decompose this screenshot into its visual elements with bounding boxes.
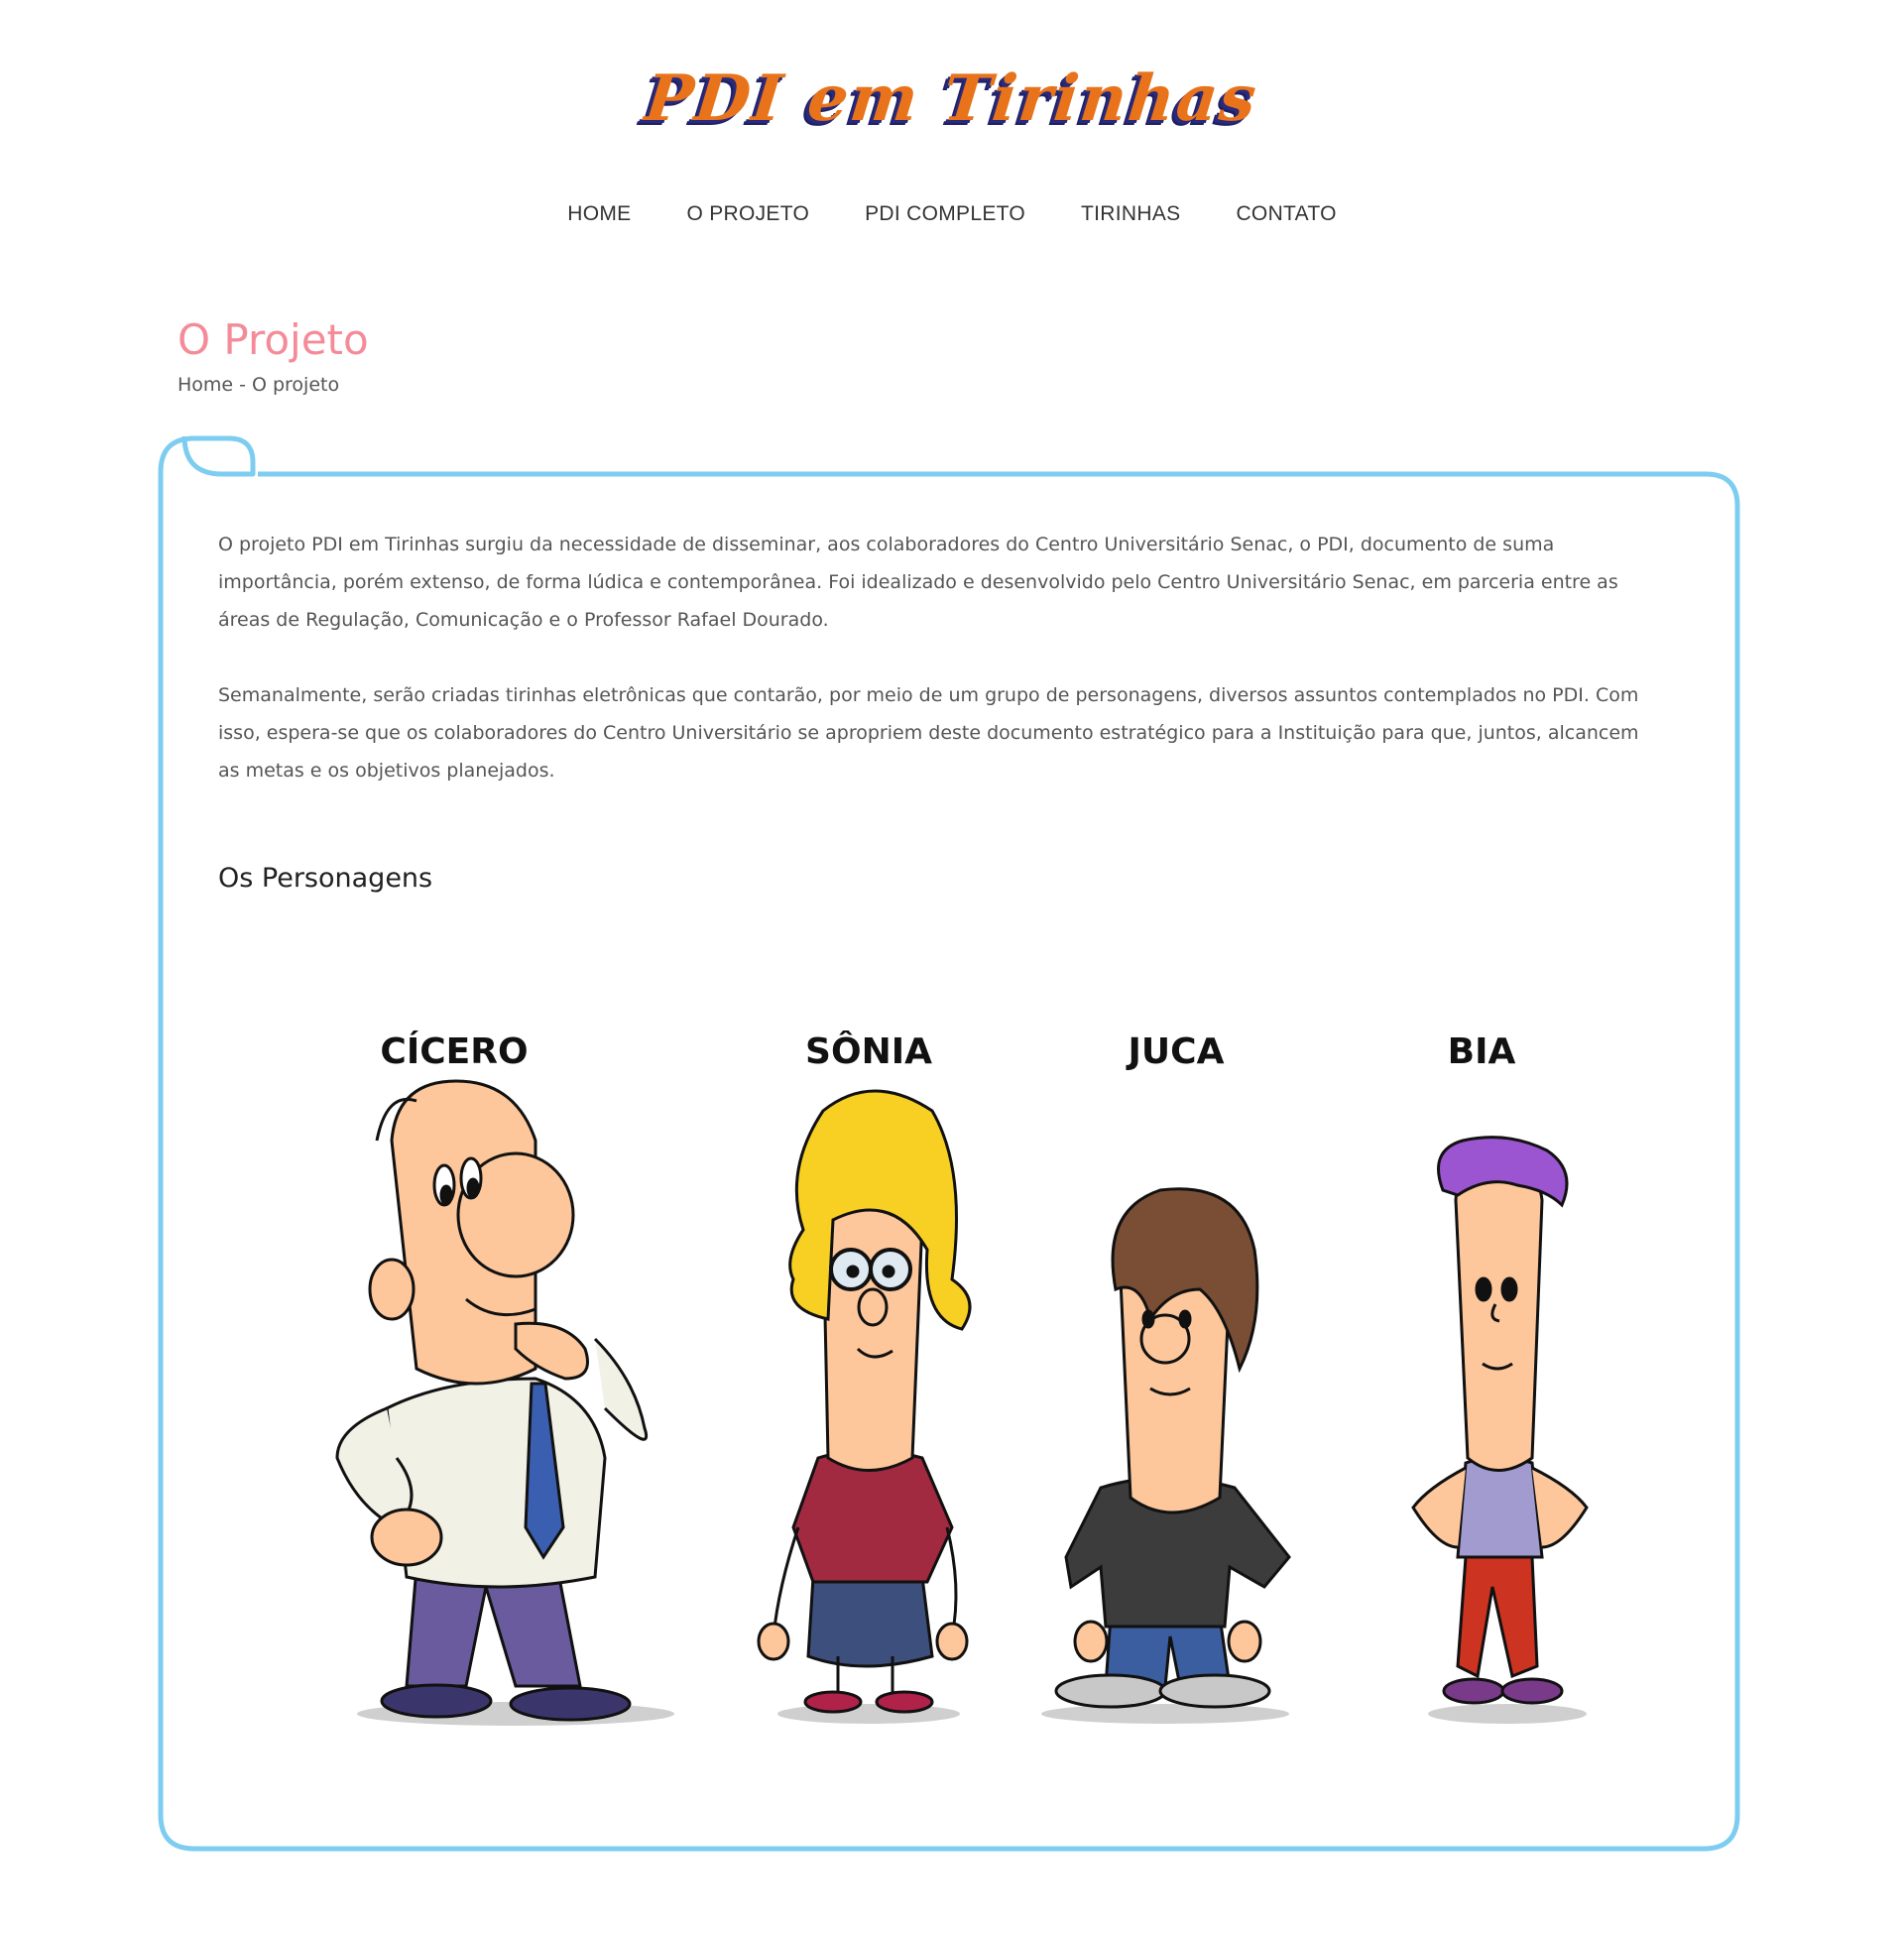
character-sonia (757, 1089, 972, 1724)
character-name-sonia: SÔNIA (805, 1030, 932, 1072)
character-name-juca: JUCA (1126, 1031, 1225, 1072)
character-juca (1041, 1187, 1291, 1724)
character-name-cicero: CÍCERO (380, 1030, 528, 1072)
character-name-bia: BIA (1448, 1031, 1516, 1072)
character-bia (1411, 1136, 1589, 1724)
characters-illustration: CÍCERO SÔNIA JUCA BIA (335, 1030, 1589, 1726)
character-cicero (335, 1079, 674, 1726)
